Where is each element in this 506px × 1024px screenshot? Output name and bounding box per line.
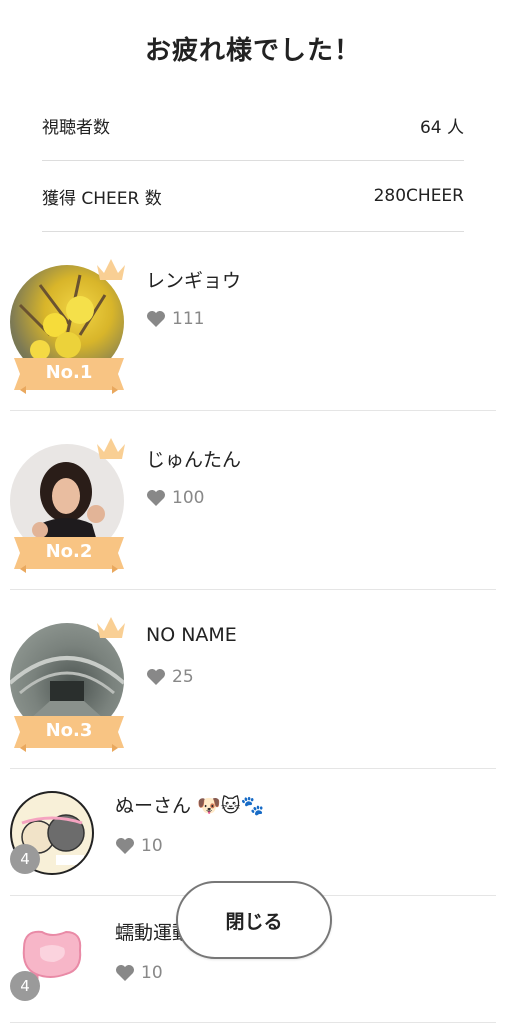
user-name: じゅんたん [146,449,242,471]
cheer-count-value: 280CHEER [373,186,464,206]
like-count: 10 [115,836,163,856]
like-count-value: 25 [172,667,194,687]
close-button[interactable]: 閉じる [176,881,332,959]
heart-icon [147,490,165,506]
like-count: 10 [115,963,163,983]
like-count-value: 10 [141,963,163,983]
rank-label: No.1 [45,362,93,383]
like-count: 25 [146,667,194,687]
ranking-item-2[interactable]: No.2 じゅんたん 100 [10,411,496,590]
viewer-count-label: 視聴者数 [42,117,110,138]
viewer-count-row: 視聴者数 64 人 [42,90,464,161]
like-count: 100 [146,488,204,508]
ranking-item-4[interactable]: 4 ぬーさん 🐶🐱🐾 10 [10,769,496,896]
rank-label: No.2 [45,541,93,562]
crown-icon [97,259,125,280]
crown-icon [97,617,125,638]
cheer-count-row: 獲得 CHEER 数 280CHEER [42,161,464,232]
heart-icon [147,669,165,685]
like-count: 111 [146,309,204,329]
user-name: NO NAME [146,624,237,646]
page-title: お疲れ様でした！ [144,36,361,66]
like-count-value: 100 [172,488,205,508]
viewer-count-value: 64 人 [419,117,464,138]
crown-icon [97,438,125,459]
user-name: ぬーさん 🐶🐱🐾 [115,795,265,817]
ranking-item-3[interactable]: No.3 NO NAME 25 [10,590,496,769]
like-count-value: 10 [141,836,163,856]
like-count-value: 111 [172,309,205,329]
cheer-count-label: 獲得 CHEER 数 [42,188,162,209]
rank-label: No.3 [45,720,93,741]
user-name: レンギョウ [146,270,242,292]
ranking-item-1[interactable]: No.1 レンギョウ 111 [10,232,496,411]
heart-icon [147,311,165,327]
rank-badge: 4 [10,844,40,874]
heart-icon [116,965,134,981]
rank-badge: 4 [10,971,40,1001]
heart-icon [116,838,134,854]
